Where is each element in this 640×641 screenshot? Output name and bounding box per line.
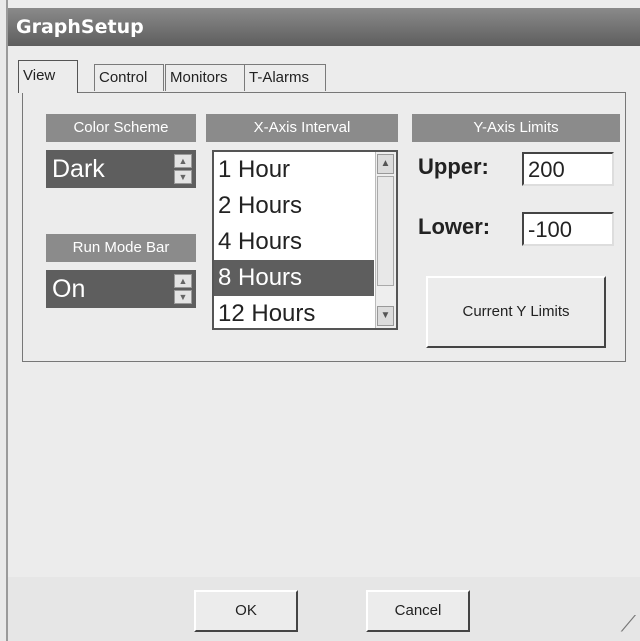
color-scheme-spin-buttons: ▲ ▼ <box>174 154 192 184</box>
tab-monitors[interactable]: Monitors <box>165 64 245 91</box>
run-mode-bar-spinner[interactable]: On ▲ ▼ <box>46 270 196 308</box>
list-item[interactable]: 1 Hour <box>214 152 374 188</box>
tab-control[interactable]: Control <box>94 64 164 91</box>
x-axis-interval-list[interactable]: 1 Hour 2 Hours 4 Hours 8 Hours 12 Hours … <box>212 150 398 330</box>
graph-setup-window: GraphSetup View Control Monitors T-Alarm… <box>6 0 640 641</box>
spin-up-icon[interactable]: ▲ <box>174 154 192 168</box>
ok-button[interactable]: OK <box>194 590 298 632</box>
run-mode-bar-spin-buttons: ▲ ▼ <box>174 274 192 304</box>
upper-limit-field[interactable]: 200 <box>522 152 614 186</box>
x-axis-interval-header: X-Axis Interval <box>206 114 398 142</box>
upper-limit-label: Upper: <box>418 154 489 179</box>
lower-limit-field[interactable]: -100 <box>522 212 614 246</box>
run-mode-bar-value: On <box>52 275 86 303</box>
resize-grip-icon[interactable]: ⟋ <box>621 611 636 637</box>
scroll-thumb[interactable] <box>377 176 394 286</box>
spin-down-icon[interactable]: ▼ <box>174 290 192 304</box>
scroll-down-icon[interactable]: ▼ <box>377 306 394 326</box>
scroll-up-icon[interactable]: ▲ <box>377 154 394 174</box>
y-axis-limits-header: Y-Axis Limits <box>412 114 620 142</box>
list-item[interactable]: 4 Hours <box>214 224 374 260</box>
list-item[interactable]: 2 Hours <box>214 188 374 224</box>
tab-view[interactable]: View <box>18 60 78 93</box>
color-scheme-header: Color Scheme <box>46 114 196 142</box>
color-scheme-spinner[interactable]: Dark ▲ ▼ <box>46 150 196 188</box>
run-mode-bar-header: Run Mode Bar <box>46 234 196 262</box>
cancel-button[interactable]: Cancel <box>366 590 470 632</box>
color-scheme-value: Dark <box>52 155 105 183</box>
lower-limit-label: Lower: <box>418 214 491 239</box>
list-item[interactable]: 12 Hours <box>214 296 374 328</box>
dialog-footer <box>8 577 640 641</box>
current-y-limits-button[interactable]: Current Y Limits <box>426 276 606 348</box>
list-scrollbar[interactable]: ▲ ▼ <box>375 152 396 328</box>
list-item-selected[interactable]: 8 Hours <box>214 260 374 296</box>
spin-down-icon[interactable]: ▼ <box>174 170 192 184</box>
tab-t-alarms[interactable]: T-Alarms <box>244 64 326 91</box>
spin-up-icon[interactable]: ▲ <box>174 274 192 288</box>
window-title: GraphSetup <box>8 8 640 46</box>
